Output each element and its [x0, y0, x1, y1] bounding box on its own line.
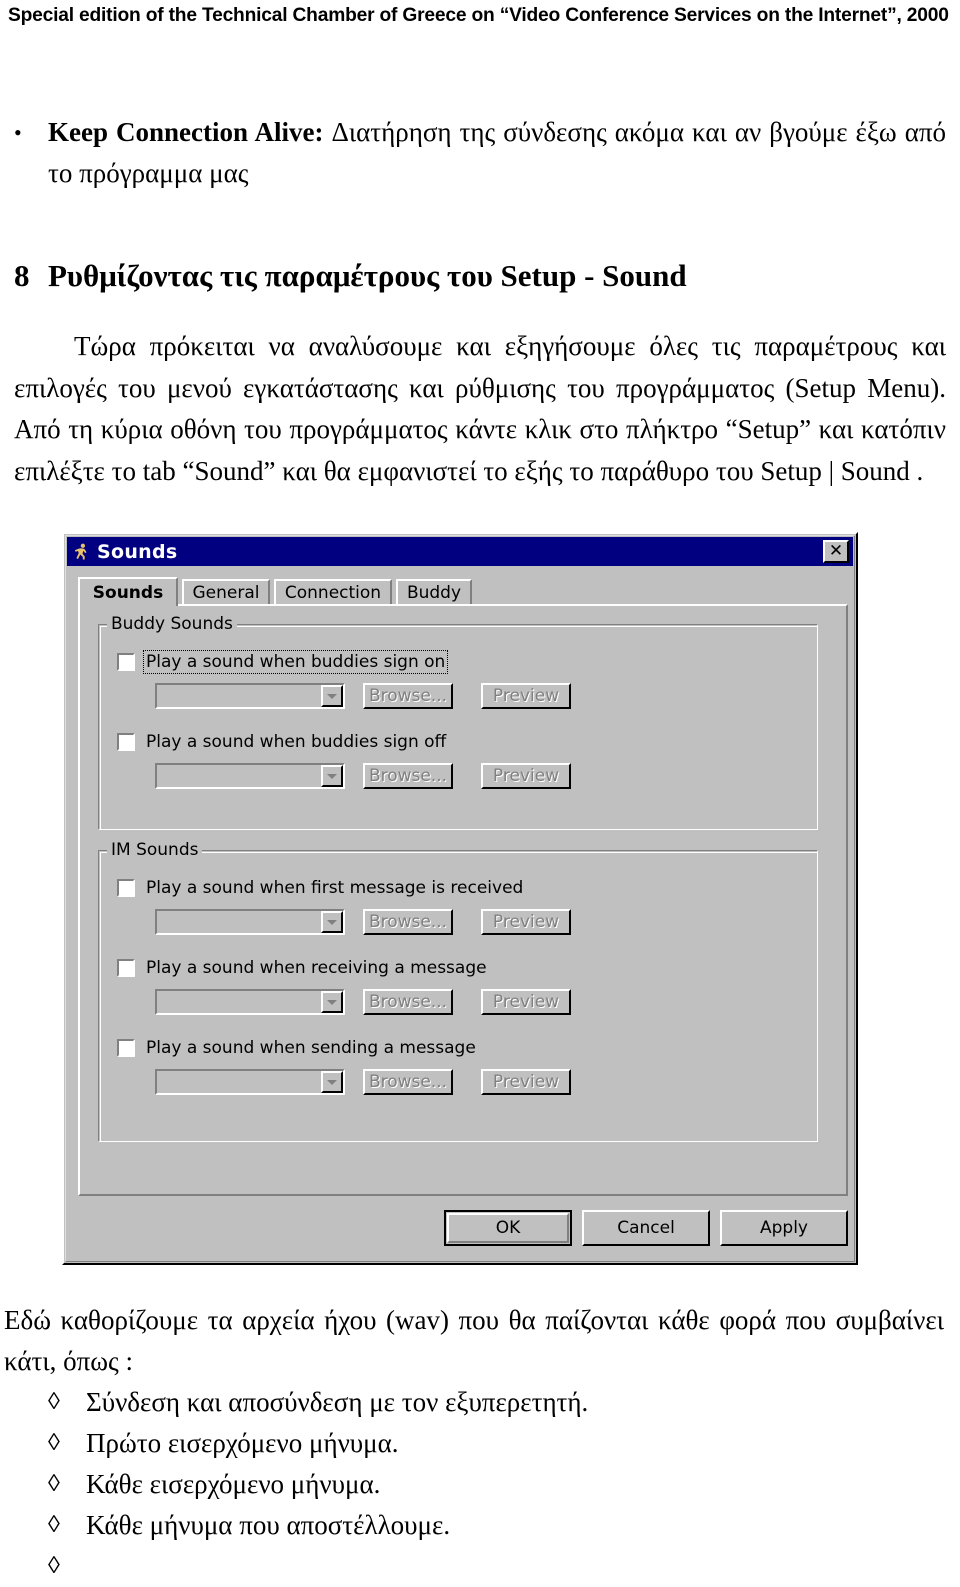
diamond-bullet-list: ◊ Σύνδεση και αποσύνδεση με τον εξυπερετ… — [4, 1382, 944, 1587]
dialog-title-bar[interactable]: Sounds ✕ — [67, 537, 853, 566]
combo-sending-message-value — [157, 1071, 319, 1093]
list-item: ◊ Πρώτο εισερχόμενο μήνυμα. — [4, 1423, 944, 1464]
diamond-bullet-icon: ◊ — [48, 1553, 60, 1579]
checkbox-label-receiving-message[interactable]: Play a sound when receiving a message — [144, 957, 489, 979]
bullet-paragraph: • Keep Connection Alive: Διατήρηση της σ… — [14, 112, 946, 194]
list-item-label: Κάθε μήνυμα που αποστέλλουμε. — [86, 1510, 451, 1540]
checkbox-row-sending-message[interactable]: Play a sound when sending a message — [117, 1037, 478, 1059]
section-title: Ρυθμίζοντας τις παραμέτρους του Setup - … — [48, 258, 687, 293]
preview-button-first-message-received[interactable]: Preview — [481, 909, 571, 935]
chevron-down-icon[interactable] — [321, 685, 343, 707]
combo-receiving-message-value — [157, 991, 319, 1013]
combo-buddies-sign-on[interactable] — [155, 683, 345, 709]
tab-strip[interactable]: Sounds General Connection Buddy — [78, 577, 848, 606]
list-item-label: Κάθε εισερχόμενο μήνυμα. — [86, 1469, 381, 1499]
browse-button-sending-message[interactable]: Browse... — [363, 1069, 453, 1095]
chevron-down-icon[interactable] — [321, 911, 343, 933]
closing-paragraph: Εδώ καθορίζουμε τα αρχεία ήχου (wav) που… — [4, 1305, 944, 1376]
list-item: ◊ Κάθε εισερχόμενο μήνυμα. — [4, 1464, 944, 1505]
browse-button-receiving-message[interactable]: Browse... — [363, 989, 453, 1015]
checkbox-label-sending-message[interactable]: Play a sound when sending a message — [144, 1037, 478, 1059]
checkbox-row-receiving-message[interactable]: Play a sound when receiving a message — [117, 957, 489, 979]
diamond-bullet-icon: ◊ — [48, 1430, 60, 1456]
group-buddy-sounds: Buddy Sounds Play a sound when buddies s… — [98, 614, 818, 830]
checkbox-receiving-message[interactable] — [117, 959, 135, 977]
preview-button-sending-message[interactable]: Preview — [481, 1069, 571, 1095]
combo-first-message-received-value — [157, 911, 319, 933]
tab-sounds[interactable]: Sounds — [78, 577, 178, 606]
cancel-button[interactable]: Cancel — [582, 1210, 710, 1246]
checkbox-buddies-sign-on[interactable] — [117, 653, 135, 671]
checkbox-buddies-sign-off[interactable] — [117, 733, 135, 751]
list-item: ◊ — [4, 1546, 944, 1587]
combo-sending-message[interactable] — [155, 1069, 345, 1095]
dialog-title: Sounds — [97, 540, 178, 563]
combo-buddies-sign-off[interactable] — [155, 763, 345, 789]
checkbox-row-buddies-sign-off[interactable]: Play a sound when buddies sign off — [117, 731, 448, 753]
chevron-down-icon[interactable] — [321, 765, 343, 787]
combo-buddies-sign-on-value — [157, 685, 319, 707]
checkbox-row-buddies-sign-on[interactable]: Play a sound when buddies sign on — [117, 650, 449, 674]
group-im-sounds: IM Sounds Play a sound when first messag… — [98, 840, 818, 1142]
preview-button-receiving-message[interactable]: Preview — [481, 989, 571, 1015]
diamond-bullet-icon: ◊ — [48, 1471, 60, 1497]
bullet-paragraph-text: Keep Connection Alive: Διατήρηση της σύν… — [48, 112, 946, 194]
combo-receiving-message[interactable] — [155, 989, 345, 1015]
apply-button[interactable]: Apply — [720, 1210, 848, 1246]
bullet-lead-term: Keep Connection Alive: — [48, 117, 324, 147]
combo-buddies-sign-off-value — [157, 765, 319, 787]
group-im-sounds-label: IM Sounds — [107, 840, 203, 860]
list-item: ◊ Κάθε μήνυμα που αποστέλλουμε. — [4, 1505, 944, 1546]
checkbox-label-buddies-sign-off[interactable]: Play a sound when buddies sign off — [144, 731, 448, 753]
preview-button-buddies-sign-off[interactable]: Preview — [481, 763, 571, 789]
checkbox-first-message-received[interactable] — [117, 879, 135, 897]
preview-button-buddies-sign-on[interactable]: Preview — [481, 683, 571, 709]
bullet-dot-icon: • — [14, 120, 22, 145]
tab-general[interactable]: General — [182, 579, 270, 605]
ok-button-label: OK — [447, 1213, 569, 1243]
list-item-label: Πρώτο εισερχόμενο μήνυμα. — [86, 1428, 399, 1458]
checkbox-label-first-message-received[interactable]: Play a sound when first message is recei… — [144, 877, 525, 899]
checkbox-label-buddies-sign-on[interactable]: Play a sound when buddies sign on — [142, 650, 449, 674]
intro-paragraph: Τώρα πρόκειται να αναλύσουμε και εξηγήσο… — [14, 331, 946, 486]
checkbox-row-first-message-received[interactable]: Play a sound when first message is recei… — [117, 877, 525, 899]
sounds-dialog-window[interactable]: Sounds ✕ Sounds General Connection Buddy… — [62, 532, 858, 1265]
diamond-bullet-icon: ◊ — [48, 1389, 60, 1415]
running-header: Special edition of the Technical Chamber… — [8, 4, 949, 26]
browse-button-buddies-sign-off[interactable]: Browse... — [363, 763, 453, 789]
diamond-bullet-icon: ◊ — [48, 1512, 60, 1538]
chevron-down-icon[interactable] — [321, 1071, 343, 1093]
chevron-down-icon[interactable] — [321, 991, 343, 1013]
section-number: 8 — [14, 258, 30, 293]
combo-first-message-received[interactable] — [155, 909, 345, 935]
section-heading: 8 Ρυθμίζοντας τις παραμέτρους του Setup -… — [14, 258, 687, 294]
browse-button-buddies-sign-on[interactable]: Browse... — [363, 683, 453, 709]
group-buddy-sounds-label: Buddy Sounds — [107, 614, 237, 634]
checkbox-sending-message[interactable] — [117, 1039, 135, 1057]
tab-connection[interactable]: Connection — [274, 579, 392, 605]
close-icon[interactable]: ✕ — [823, 540, 849, 563]
tab-page-sounds: Buddy Sounds Play a sound when buddies s… — [78, 604, 848, 1196]
tab-buddy[interactable]: Buddy — [396, 579, 472, 605]
list-item-label: Σύνδεση και αποσύνδεση με τον εξυπερετητ… — [86, 1387, 589, 1417]
running-man-icon — [71, 541, 91, 562]
list-item: ◊ Σύνδεση και αποσύνδεση με τον εξυπερετ… — [4, 1382, 944, 1423]
ok-button[interactable]: OK — [444, 1210, 572, 1246]
browse-button-first-message-received[interactable]: Browse... — [363, 909, 453, 935]
